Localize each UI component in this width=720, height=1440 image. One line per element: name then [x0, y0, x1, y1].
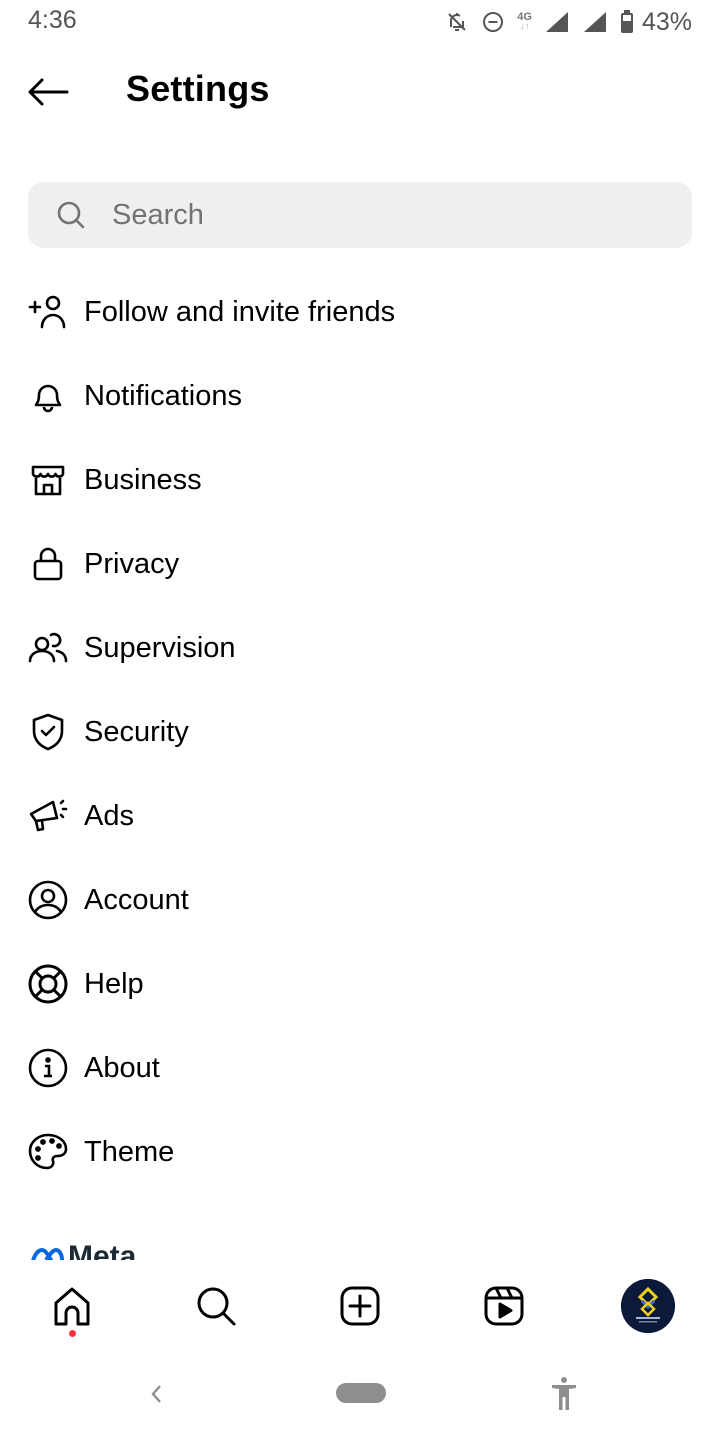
home-icon — [54, 1287, 90, 1326]
menu-item-label: About — [84, 1051, 160, 1084]
menu-item-about[interactable]: About — [0, 1026, 720, 1110]
info-icon — [26, 1046, 70, 1090]
search-icon — [197, 1287, 236, 1326]
menu-item-label: Follow and invite friends — [84, 295, 396, 328]
menu-item-notifications[interactable]: Notifications — [0, 354, 720, 438]
tab-home[interactable] — [42, 1276, 102, 1336]
menu-item-label: Privacy — [84, 547, 180, 580]
settings-menu: Follow and invite friends Notifications … — [0, 270, 720, 1194]
search-icon — [57, 201, 85, 229]
network-4g-icon: 4G ↓↑ — [517, 11, 532, 32]
accessibility-icon — [552, 1377, 576, 1410]
page-title: Settings — [126, 68, 270, 109]
menu-item-supervision[interactable]: Supervision — [0, 606, 720, 690]
menu-item-label: Notifications — [84, 379, 242, 412]
menu-item-business[interactable]: Business — [0, 438, 720, 522]
reels-icon — [484, 1286, 524, 1326]
shield-check-icon — [26, 710, 70, 754]
signal-icon — [544, 10, 570, 34]
status-bar: 4:36 4G ↓↑ 43% — [0, 0, 720, 44]
status-time: 4:36 — [28, 6, 77, 34]
notifications-off-icon — [445, 10, 469, 34]
account-circle-icon — [26, 878, 70, 922]
system-back-button[interactable] — [140, 1376, 172, 1412]
tab-create[interactable] — [330, 1276, 390, 1336]
plus-square-icon — [340, 1286, 380, 1326]
battery-icon — [620, 10, 634, 34]
back-button[interactable] — [24, 70, 72, 114]
menu-item-label: Supervision — [84, 631, 236, 664]
add-person-icon — [26, 290, 70, 334]
notification-dot — [69, 1330, 76, 1337]
tab-profile[interactable] — [618, 1276, 678, 1336]
menu-item-label: Help — [84, 967, 144, 1000]
menu-item-help[interactable]: Help — [0, 942, 720, 1026]
bell-icon — [26, 374, 70, 418]
system-home-pill[interactable] — [336, 1383, 386, 1403]
menu-item-label: Ads — [84, 799, 134, 832]
tab-reels[interactable] — [474, 1276, 534, 1336]
menu-item-account[interactable]: Account — [0, 858, 720, 942]
meta-infinity-icon — [31, 1247, 64, 1260]
menu-item-follow-invite[interactable]: Follow and invite friends — [0, 270, 720, 354]
menu-item-label: Theme — [84, 1135, 175, 1168]
lifebuoy-icon — [26, 962, 70, 1006]
menu-item-privacy[interactable]: Privacy — [0, 522, 720, 606]
chevron-left-icon — [151, 1385, 161, 1403]
menu-item-label: Business — [84, 463, 202, 496]
accessibility-button[interactable] — [546, 1374, 582, 1414]
menu-item-label: Account — [84, 883, 189, 916]
arrow-left-icon — [28, 78, 69, 106]
system-navigation-bar — [0, 1350, 720, 1440]
lock-icon — [26, 542, 70, 586]
meta-brand-text: Meta — [68, 1244, 136, 1260]
search-bar[interactable] — [28, 182, 692, 248]
menu-item-security[interactable]: Security — [0, 690, 720, 774]
profile-avatar — [621, 1279, 675, 1333]
battery-percent: 43% — [641, 7, 692, 36]
menu-item-theme[interactable]: Theme — [0, 1110, 720, 1194]
storefront-icon — [26, 458, 70, 502]
header: Settings — [0, 54, 720, 130]
bottom-tab-bar — [0, 1262, 720, 1348]
megaphone-icon — [26, 794, 70, 838]
menu-item-label: Security — [84, 715, 189, 748]
menu-item-ads[interactable]: Ads — [0, 774, 720, 858]
people-icon — [26, 626, 70, 670]
do-not-disturb-icon — [481, 10, 505, 34]
tab-search[interactable] — [186, 1276, 246, 1336]
search-input[interactable] — [110, 197, 674, 233]
signal-icon — [582, 10, 608, 34]
status-icons: 4G ↓↑ 43% — [445, 6, 692, 38]
meta-logo: Meta — [28, 1244, 136, 1260]
palette-icon — [26, 1130, 70, 1174]
